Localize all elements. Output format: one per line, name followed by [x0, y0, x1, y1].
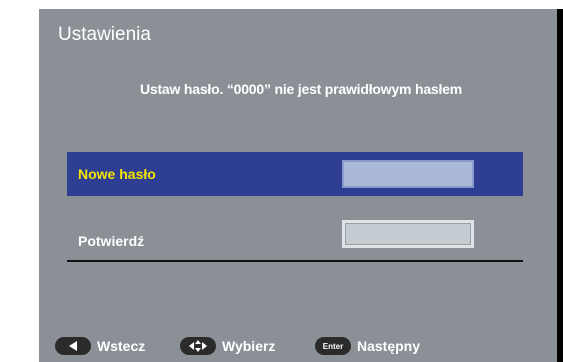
left-arrow-icon — [55, 337, 91, 355]
settings-screen: Ustawienia Ustaw hasło. “0000” nie jest … — [39, 9, 563, 362]
select-label: Wybierz — [222, 338, 276, 354]
right-edge-bar — [557, 9, 563, 362]
confirm-password-row[interactable]: Potwierdź — [67, 216, 523, 262]
footer-hints: Wstecz Wybierz Enter Następny — [39, 335, 563, 357]
back-label: Wstecz — [97, 338, 146, 354]
new-password-row[interactable]: Nowe hasło — [67, 152, 523, 196]
page-title: Ustawienia — [58, 24, 151, 45]
confirm-password-label: Potwierdź — [78, 233, 145, 249]
new-password-field[interactable] — [342, 160, 474, 188]
back-hint[interactable]: Wstecz — [55, 335, 145, 357]
enter-key-icon: Enter — [315, 337, 351, 355]
next-hint[interactable]: Enter Następny — [315, 335, 420, 357]
new-password-label: Nowe hasło — [78, 166, 156, 182]
next-label: Następny — [357, 338, 421, 354]
top-strip — [0, 0, 563, 9]
confirm-password-field[interactable] — [342, 220, 474, 248]
select-hint[interactable]: Wybierz — [180, 335, 275, 357]
instruction-message: Ustaw hasło. “0000” nie jest prawidłowym… — [139, 81, 463, 97]
directional-pad-icon — [180, 337, 216, 355]
